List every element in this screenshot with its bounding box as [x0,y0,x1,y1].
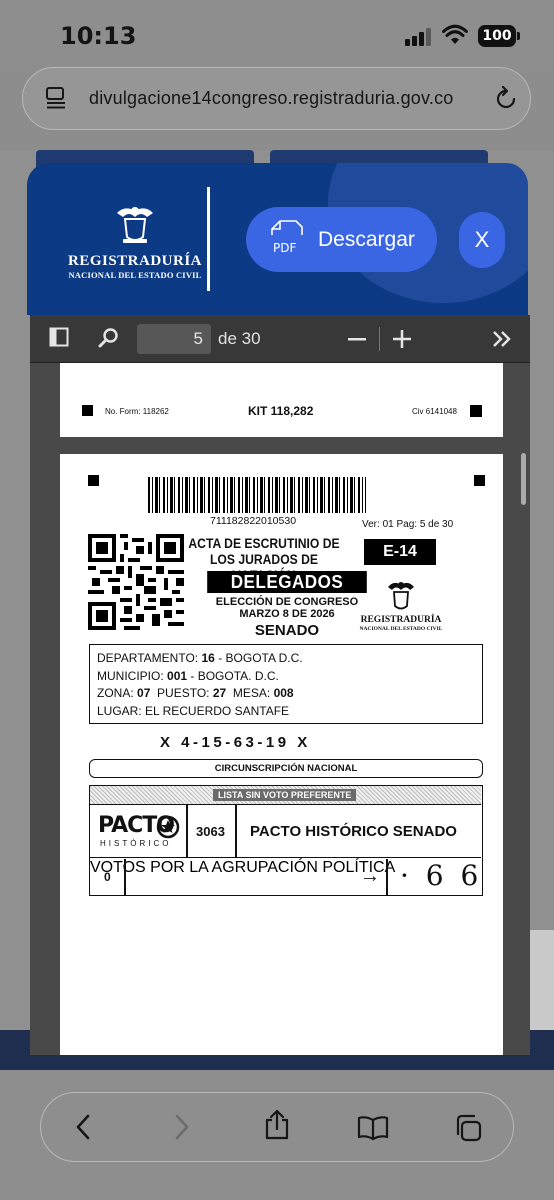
doc-logo-title: REGISTRADURÍA [360,615,442,625]
pdf-modal-header: REGISTRADURÍA NACIONAL DEL ESTADO CIVIL … [27,163,528,315]
election-date: MARZO 8 DE 2026 [239,608,335,620]
pdf-file-icon: PDF [271,220,303,255]
cell-divider [124,859,126,895]
cellular-signal-icon [405,28,433,46]
row-prefix: 0 [104,870,111,884]
battery-icon: 100 [478,25,520,47]
registraduria-doc-logo: REGISTRADURÍA NACIONAL DEL ESTADO CIVIL [358,579,444,632]
wifi-icon [442,24,468,44]
reload-icon[interactable] [492,85,520,113]
handwritten-votes: · 6 6 [400,859,483,892]
zone-line: ZONA: 07 PUESTO: 27 MESA: 008 [97,686,294,700]
background-panel [528,930,554,1040]
cell-divider [386,859,388,895]
cell-divider [186,805,188,858]
registration-mark [88,475,99,486]
election-title: ELECCIÓN DE CONGRESO MARZO 8 DE 2026 [190,596,384,620]
back-icon[interactable] [75,1113,91,1141]
party-row: PACTO HISTÓRICO 3063 PACTO HISTÓRICO SEN… [90,805,481,858]
address-bar[interactable]: divulgacione14congreso.registraduria.gov… [22,67,531,130]
party-name: PACTO HISTÓRICO SENADO [250,823,457,840]
page-menu-icon[interactable] [45,86,67,110]
registration-mark [470,405,482,417]
civ-number: Civ 6141048 [412,407,457,416]
logo-subtitle: NACIONAL DEL ESTADO CIVIL [68,270,202,280]
form-number: No. Form: 118262 [105,407,169,416]
clock: 10:13 [60,22,137,50]
zoom-in-icon[interactable] [393,330,411,348]
party-number: 3063 [196,824,225,839]
forward-icon[interactable] [174,1113,190,1141]
toolbar-separator [379,327,380,351]
browser-toolbar [0,1070,554,1200]
page-count-label: de 30 [218,329,261,348]
registration-mark [474,475,485,486]
share-icon[interactable] [264,1109,290,1141]
page-number-input[interactable]: 5 [137,324,211,354]
municipality-line: MUNICIPIO: 001 - BOGOTA. D.C. [97,668,279,683]
coat-of-arms-icon [388,582,414,610]
party-logo-sub: HISTÓRICO [100,839,172,848]
pdf-page-5: 711182822010530 Ver: 01 Pag: 5 de 30 ACT… [60,454,503,1055]
header-divider [207,187,210,291]
list-header-label: LISTA SIN VOTO PREFERENTE [213,789,357,801]
download-label: Descargar [318,228,415,251]
registration-mark [82,405,93,416]
circunscripcion-label: CIRCUNSCRIPCIÓN NACIONAL [89,759,483,778]
votes-row: 0 VOTOS POR LA AGRUPACIÓN POLÍTICA → · 6… [90,859,481,895]
pdf-viewer[interactable]: No. Form: 118262 KIT 118,282 Civ 6141048… [30,363,530,1055]
arrow-right-icon: → [360,865,380,887]
status-bar: 10:13 100 [0,0,554,70]
pdf-icon-label: PDF [273,241,296,255]
barcode [148,477,366,513]
election-name: ELECCIÓN DE CONGRESO [215,596,359,608]
zoom-out-icon[interactable] [348,338,366,341]
code-line: X 4-15-63-19 X [160,734,311,751]
more-tools-icon[interactable] [492,330,512,348]
coat-of-arms-icon [117,207,153,243]
scrollbar[interactable] [521,453,526,505]
bookmarks-icon[interactable] [357,1115,389,1141]
sidebar-toggle-icon[interactable] [49,327,69,347]
pacto-historico-logo: PACTO HISTÓRICO [98,813,182,851]
registraduria-logo: REGISTRADURÍA NACIONAL DEL ESTADO CIVIL [55,201,215,281]
logo-title: REGISTRADURÍA [67,253,203,269]
delegados-banner: DELEGADOS [207,571,367,593]
party-list-table: LISTA SIN VOTO PREFERENTE PACTO HISTÓRIC… [89,785,483,896]
place-line: LUGAR: EL RECUERDO SANTAFE [97,703,290,718]
version-page-label: Ver: 01 Pag: 5 de 30 [362,519,454,530]
star-circle-icon [156,815,180,839]
tabs-icon[interactable] [453,1113,483,1143]
list-header: LISTA SIN VOTO PREFERENTE [90,786,481,805]
toolbar-pill [40,1092,514,1162]
chamber-label: SENADO [254,622,320,639]
search-icon[interactable] [98,327,120,349]
form-code: E-14 [364,539,436,565]
location-box: DEPARTAMENTO: 16 - BOGOTA D.C. MUNICIPIO… [89,644,483,724]
department-line: DEPARTAMENTO: 16 - BOGOTA D.C. [97,651,303,665]
barcode-number: 711182822010530 [210,515,297,527]
download-button[interactable]: PDF Descargar [246,207,437,272]
pdf-toolbar: 5 de 30 [30,315,530,363]
kit-number: KIT 118,282 [248,404,314,418]
pdf-page-4: No. Form: 118262 KIT 118,282 Civ 6141048 [60,363,503,437]
cell-divider [235,805,237,858]
qr-code [88,534,184,630]
url-text[interactable]: divulgacione14congreso.registraduria.gov… [89,88,454,109]
close-button[interactable]: X [459,212,505,268]
doc-logo-subtitle: NACIONAL DEL ESTADO CIVIL [359,626,443,632]
